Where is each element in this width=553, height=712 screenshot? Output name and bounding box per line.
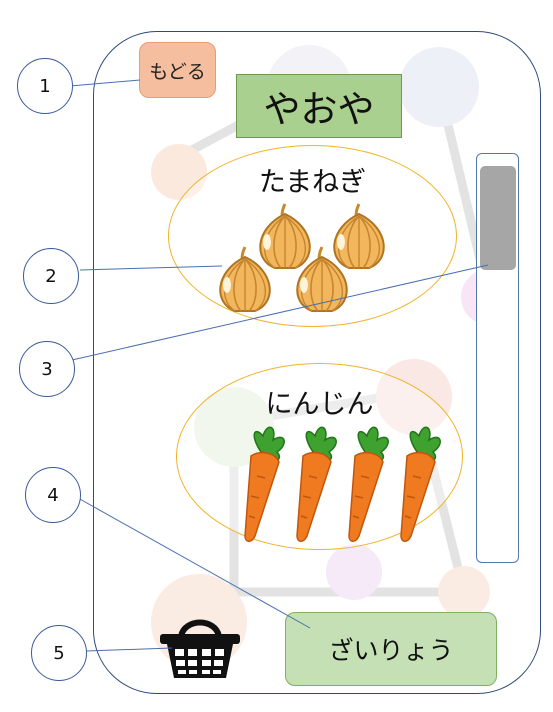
back-button-label: もどる — [149, 60, 206, 83]
carrot-2 — [296, 426, 337, 543]
scrollbar-track[interactable] — [476, 153, 519, 563]
ingredients-button[interactable]: ざいりょう — [285, 612, 497, 686]
ingredients-button-label: ざいりょう — [328, 636, 454, 665]
phone-frame: もどる やおや たまねぎ にんじん ざいりょう — [93, 31, 541, 694]
onion-1 — [258, 202, 312, 270]
callout-4: 4 — [25, 467, 81, 523]
shopping-basket-icon[interactable] — [157, 614, 243, 680]
page-title-text: やおや — [263, 88, 375, 131]
callout-5: 5 — [31, 625, 87, 681]
carrot-item[interactable]: にんじん — [176, 363, 463, 550]
onion-item[interactable]: たまねぎ — [168, 145, 457, 327]
carrot-4 — [400, 426, 441, 543]
back-button[interactable]: もどる — [139, 42, 216, 98]
carrot-icon — [244, 426, 441, 543]
onion-2 — [332, 202, 386, 270]
callout-2: 2 — [23, 248, 79, 304]
scrollbar-thumb[interactable] — [480, 166, 516, 270]
carrot-1 — [244, 426, 285, 543]
callout-1: 1 — [17, 58, 73, 114]
page-title: やおや — [236, 74, 402, 138]
callout-3: 3 — [19, 341, 75, 397]
onion-icon — [218, 202, 386, 313]
carrot-3 — [348, 426, 389, 543]
